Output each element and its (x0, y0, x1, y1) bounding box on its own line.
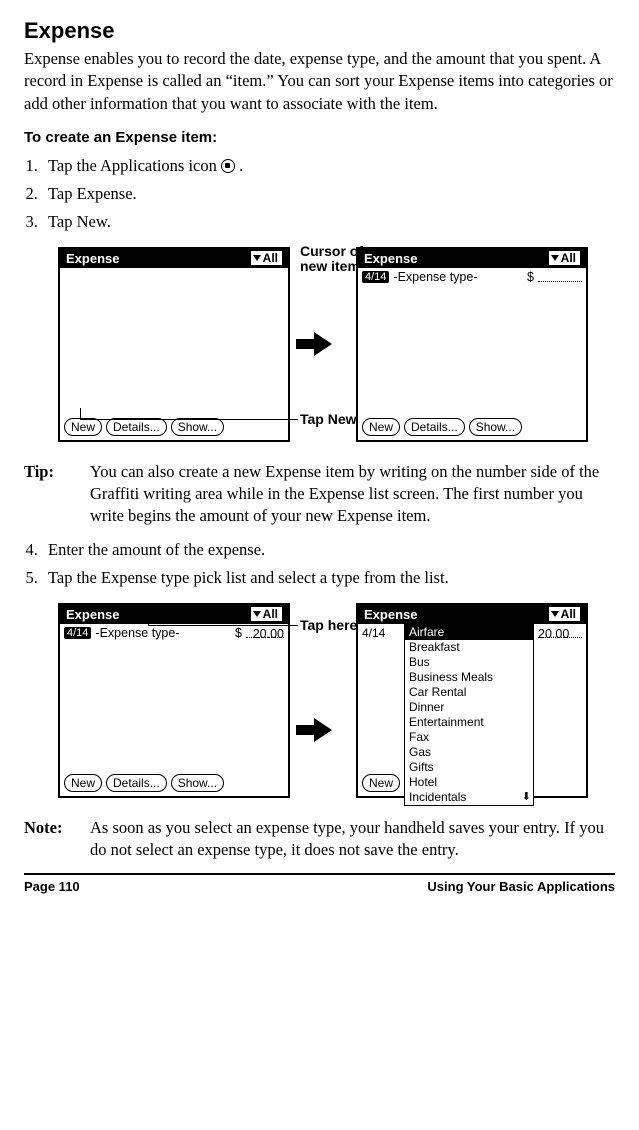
steps-list-1: Tap the Applications icon . Tap Expense.… (24, 156, 615, 232)
app-title: Expense (364, 607, 417, 622)
currency-symbol: $ (235, 626, 242, 640)
expense-type-list[interactable]: Airfare Breakfast Bus Business Meals Car… (404, 624, 534, 806)
note-body: As soon as you select an expense type, y… (90, 817, 615, 862)
procedure-heading: To create an Expense item: (24, 129, 615, 146)
chapter-title: Using Your Basic Applications (427, 879, 615, 894)
arrow-icon (298, 718, 348, 742)
list-item[interactable]: Dinner (405, 700, 533, 715)
amount-field[interactable]: 20.00 (538, 627, 582, 638)
tip-block: Tip: You can also create a new Expense i… (24, 461, 615, 528)
new-button[interactable]: New (362, 774, 400, 792)
category-picker[interactable]: All (549, 607, 580, 621)
step-4: Enter the amount of the expense. (42, 540, 615, 560)
category-picker[interactable]: All (251, 251, 282, 265)
intro-paragraph: Expense enables you to record the date, … (24, 48, 615, 115)
tip-label: Tip: (24, 461, 80, 528)
callout-tap-new: Tap New (300, 412, 357, 427)
show-button[interactable]: Show... (171, 774, 224, 792)
step-2: Tap Expense. (42, 184, 615, 204)
amount-field[interactable] (538, 271, 582, 282)
chevron-down-icon (551, 611, 559, 617)
note-block: Note: As soon as you select an expense t… (24, 817, 615, 862)
step-5: Tap the Expense type pick list and selec… (42, 568, 615, 588)
app-title: Expense (66, 607, 119, 622)
page-footer: Page 110 Using Your Basic Applications (24, 873, 615, 894)
list-item[interactable]: Breakfast (405, 640, 533, 655)
palm-screen-new-item: Expense All 4/14 -Expense type- $ New De… (356, 247, 588, 442)
list-item[interactable]: Fax (405, 730, 533, 745)
currency-symbol: $ (527, 270, 534, 284)
app-title: Expense (66, 251, 119, 266)
applications-icon (221, 159, 235, 173)
list-item[interactable]: Gifts (405, 760, 533, 775)
tip-body: You can also create a new Expense item b… (90, 461, 615, 528)
page-number: Page 110 (24, 879, 80, 894)
scroll-down-icon[interactable]: ⬇ (522, 790, 531, 803)
list-item[interactable]: Airfare (405, 625, 533, 640)
palm-screen-empty: Expense All New Details... Show... (58, 247, 290, 442)
step-1: Tap the Applications icon . (42, 156, 615, 176)
list-item[interactable]: Hotel (405, 775, 533, 790)
callout-cursor: Cursor of new item (300, 244, 364, 275)
details-button[interactable]: Details... (106, 774, 167, 792)
figure-row-2: Expense All 4/14 -Expense type- $ 20.00 … (58, 598, 615, 803)
new-button[interactable]: New (64, 418, 102, 436)
app-title: Expense (364, 251, 417, 266)
steps-list-2: Enter the amount of the expense. Tap the… (24, 540, 615, 588)
new-button[interactable]: New (64, 774, 102, 792)
chevron-down-icon (253, 611, 261, 617)
amount-field[interactable]: 20.00 (246, 627, 284, 638)
list-item[interactable]: Car Rental (405, 685, 533, 700)
show-button[interactable]: Show... (469, 418, 522, 436)
list-item[interactable]: Incidentals (405, 790, 533, 805)
list-item[interactable]: Bus (405, 655, 533, 670)
arrow-icon (298, 332, 348, 356)
palm-screen-amount: Expense All 4/14 -Expense type- $ 20.00 … (58, 603, 290, 798)
new-button[interactable]: New (362, 418, 400, 436)
chevron-down-icon (253, 255, 261, 261)
expense-item-row[interactable]: 4/14 -Expense type- $ (358, 268, 586, 284)
note-label: Note: (24, 817, 80, 862)
expense-type-picker[interactable]: -Expense type- (95, 626, 179, 640)
expense-type-picker[interactable]: -Expense type- (393, 270, 477, 284)
figure-row-1: Expense All New Details... Show... Curso… (58, 242, 615, 447)
category-picker[interactable]: All (549, 251, 580, 265)
palm-screen-type-list: Expense All 4/14 20.00 Airfare Breakfast… (356, 603, 588, 798)
details-button[interactable]: Details... (404, 418, 465, 436)
list-item[interactable]: Business Meals (405, 670, 533, 685)
chevron-down-icon (551, 255, 559, 261)
list-item[interactable]: Entertainment (405, 715, 533, 730)
category-picker[interactable]: All (251, 607, 282, 621)
list-item[interactable]: Gas (405, 745, 533, 760)
page-heading: Expense (24, 18, 615, 44)
expense-item-row[interactable]: 4/14 -Expense type- $ 20.00 (60, 624, 288, 640)
callout-tap-here: Tap here (300, 618, 357, 633)
item-date: 4/14 (362, 626, 385, 640)
item-date: 4/14 (64, 627, 91, 639)
show-button[interactable]: Show... (171, 418, 224, 436)
details-button[interactable]: Details... (106, 418, 167, 436)
step-3: Tap New. (42, 212, 615, 232)
item-date: 4/14 (362, 271, 389, 283)
